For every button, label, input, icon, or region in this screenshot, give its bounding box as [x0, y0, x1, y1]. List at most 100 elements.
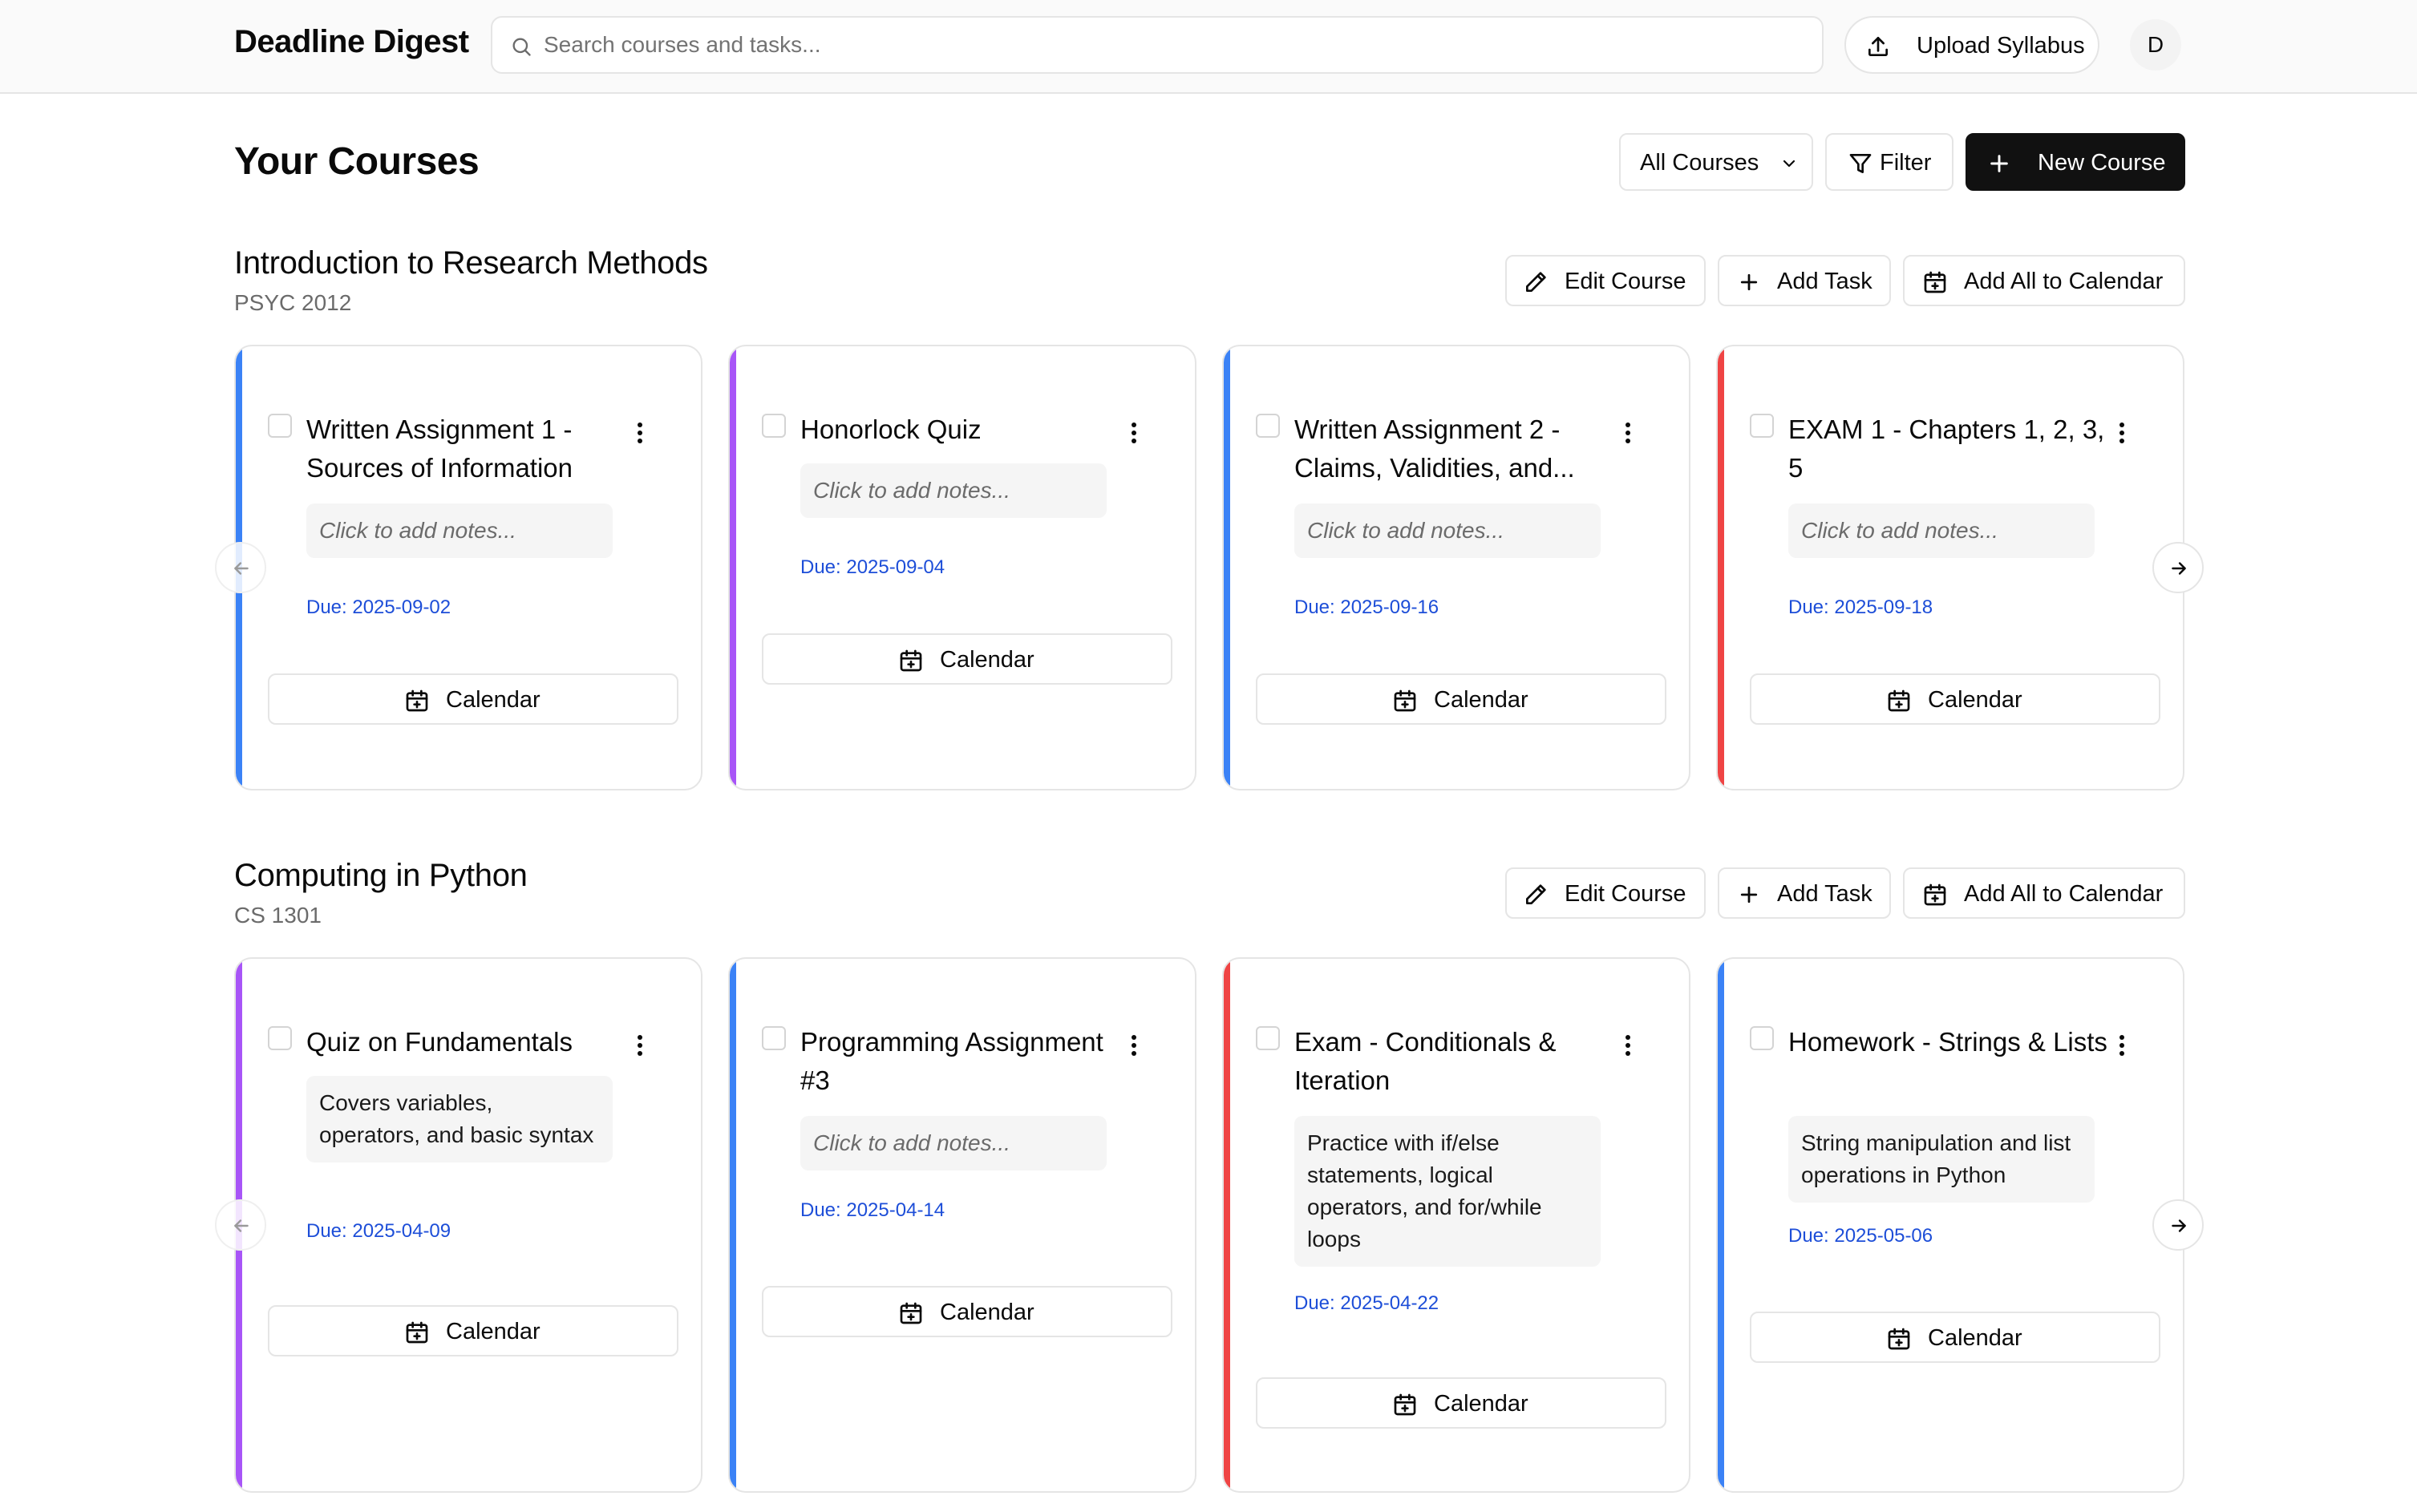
calendar-label: Calendar — [1434, 687, 1528, 713]
course-filter-value: All Courses — [1640, 150, 1759, 176]
more-vertical-icon[interactable] — [1131, 422, 1137, 444]
calendar-plus-icon — [1886, 1326, 1912, 1352]
search-input[interactable] — [544, 18, 1795, 72]
new-course-label: New Course — [2038, 150, 2166, 176]
task-notes[interactable]: Practice with if/else statements, logica… — [1294, 1116, 1601, 1267]
task-notes[interactable]: Click to add notes... — [800, 1116, 1107, 1170]
chevron-down-icon — [1779, 154, 1799, 173]
course-filter-select[interactable]: All Courses — [1619, 133, 1813, 191]
task-complete-checkbox[interactable] — [1256, 414, 1280, 438]
task-due-date: Due: 2025-05-06 — [1788, 1225, 1933, 1247]
carousel-prev-button[interactable] — [215, 1199, 266, 1251]
calendar-label: Calendar — [446, 687, 540, 713]
avatar[interactable]: D — [2130, 19, 2181, 71]
add-to-calendar-button[interactable]: Calendar — [1750, 673, 2160, 725]
task-card: Homework - Strings & Lists String manipul… — [1716, 957, 2184, 1493]
task-complete-checkbox[interactable] — [1750, 414, 1774, 438]
carousel-next-button[interactable] — [2152, 1199, 2204, 1251]
task-title[interactable]: Written Assignment 1 - Sources of Inform… — [306, 410, 643, 487]
task-complete-checkbox[interactable] — [762, 414, 786, 438]
task-title[interactable]: Homework - Strings & Lists — [1788, 1023, 2125, 1061]
more-vertical-icon[interactable] — [2119, 422, 2125, 444]
task-due-date: Due: 2025-04-14 — [800, 1199, 945, 1221]
calendar-plus-icon — [1392, 688, 1418, 714]
course-code: PSYC 2012 — [234, 290, 352, 315]
pencil-icon — [1523, 882, 1549, 908]
carousel-next-button[interactable] — [2152, 542, 2204, 593]
task-due-date: Due: 2025-04-22 — [1294, 1292, 1439, 1314]
plus-icon — [1986, 151, 2012, 176]
arrow-right-icon — [2168, 558, 2189, 579]
task-notes[interactable]: String manipulation and list operations … — [1788, 1116, 2095, 1203]
more-vertical-icon[interactable] — [2119, 1034, 2125, 1057]
calendar-plus-icon — [898, 648, 924, 673]
task-title[interactable]: Written Assignment 2 - Claims, Validitie… — [1294, 410, 1631, 487]
calendar-plus-icon — [898, 1300, 924, 1326]
task-card: Programming Assignment #3 Click to add no… — [728, 957, 1196, 1493]
edit-course-button[interactable]: Edit Course — [1505, 867, 1706, 919]
more-vertical-icon[interactable] — [1625, 1034, 1631, 1057]
task-complete-checkbox[interactable] — [268, 1026, 292, 1050]
task-notes[interactable]: Click to add notes... — [1788, 503, 2095, 558]
calendar-plus-icon — [1922, 269, 1948, 295]
task-due-date: Due: 2025-09-18 — [1788, 596, 1933, 618]
add-to-calendar-button[interactable]: Calendar — [1256, 673, 1666, 725]
upload-syllabus-button[interactable]: Upload Syllabus — [1844, 16, 2099, 74]
arrow-left-icon — [231, 1215, 252, 1236]
upload-icon — [1865, 34, 1891, 59]
calendar-plus-icon — [404, 688, 430, 714]
add-to-calendar-button[interactable]: Calendar — [762, 1286, 1172, 1337]
task-complete-checkbox[interactable] — [1256, 1026, 1280, 1050]
task-notes[interactable]: Click to add notes... — [306, 503, 613, 558]
arrow-right-icon — [2168, 1215, 2189, 1236]
edit-course-label: Edit Course — [1565, 881, 1686, 907]
search-icon — [510, 35, 532, 58]
plus-icon — [1737, 883, 1761, 907]
task-title[interactable]: Exam - Conditionals & Iteration — [1294, 1023, 1631, 1100]
task-complete-checkbox[interactable] — [762, 1026, 786, 1050]
filter-label: Filter — [1880, 150, 1932, 176]
task-title[interactable]: Quiz on Fundamentals — [306, 1023, 643, 1061]
task-notes[interactable]: Click to add notes... — [1294, 503, 1601, 558]
task-due-date: Due: 2025-09-02 — [306, 596, 451, 618]
task-complete-checkbox[interactable] — [1750, 1026, 1774, 1050]
add-to-calendar-button[interactable]: Calendar — [1750, 1312, 2160, 1363]
course-title: Computing in Python — [234, 858, 528, 893]
task-due-date: Due: 2025-09-16 — [1294, 596, 1439, 618]
task-card: Honorlock Quiz Click to add notes... Due: … — [728, 345, 1196, 790]
task-title[interactable]: Honorlock Quiz — [800, 410, 1137, 449]
add-to-calendar-button[interactable]: Calendar — [762, 633, 1172, 685]
carousel-prev-button[interactable] — [215, 542, 266, 593]
add-to-calendar-button[interactable]: Calendar — [1256, 1377, 1666, 1429]
task-notes[interactable]: Covers variables, operators, and basic s… — [306, 1076, 613, 1162]
more-vertical-icon[interactable] — [637, 422, 643, 444]
add-task-button[interactable]: Add Task — [1718, 255, 1891, 306]
add-all-to-calendar-button[interactable]: Add All to Calendar — [1903, 867, 2185, 919]
more-vertical-icon[interactable] — [1131, 1034, 1137, 1057]
add-to-calendar-button[interactable]: Calendar — [268, 673, 678, 725]
calendar-label: Calendar — [940, 1300, 1034, 1325]
filter-icon — [1848, 151, 1873, 176]
more-vertical-icon[interactable] — [637, 1034, 643, 1057]
add-to-calendar-button[interactable]: Calendar — [268, 1305, 678, 1356]
app-brand[interactable]: Deadline Digest — [234, 24, 469, 60]
calendar-plus-icon — [1886, 688, 1912, 714]
task-notes[interactable]: Click to add notes... — [800, 463, 1107, 518]
more-vertical-icon[interactable] — [1625, 422, 1631, 444]
add-task-button[interactable]: Add Task — [1718, 867, 1891, 919]
search-box[interactable] — [491, 16, 1824, 74]
calendar-label: Calendar — [1928, 687, 2022, 713]
add-all-to-calendar-button[interactable]: Add All to Calendar — [1903, 255, 2185, 306]
task-title[interactable]: EXAM 1 - Chapters 1, 2, 3, 5 — [1788, 410, 2125, 487]
task-color-stripe — [730, 346, 736, 789]
calendar-plus-icon — [1392, 1392, 1418, 1417]
filter-button[interactable]: Filter — [1825, 133, 1953, 191]
task-complete-checkbox[interactable] — [268, 414, 292, 438]
calendar-label: Calendar — [940, 647, 1034, 673]
task-due-date: Due: 2025-04-09 — [306, 1220, 451, 1242]
edit-course-button[interactable]: Edit Course — [1505, 255, 1706, 306]
task-title[interactable]: Programming Assignment #3 — [800, 1023, 1137, 1100]
new-course-button[interactable]: New Course — [1966, 133, 2185, 191]
add-all-to-calendar-label: Add All to Calendar — [1964, 269, 2164, 294]
task-card: Exam - Conditionals & Iteration Practice … — [1222, 957, 1690, 1493]
